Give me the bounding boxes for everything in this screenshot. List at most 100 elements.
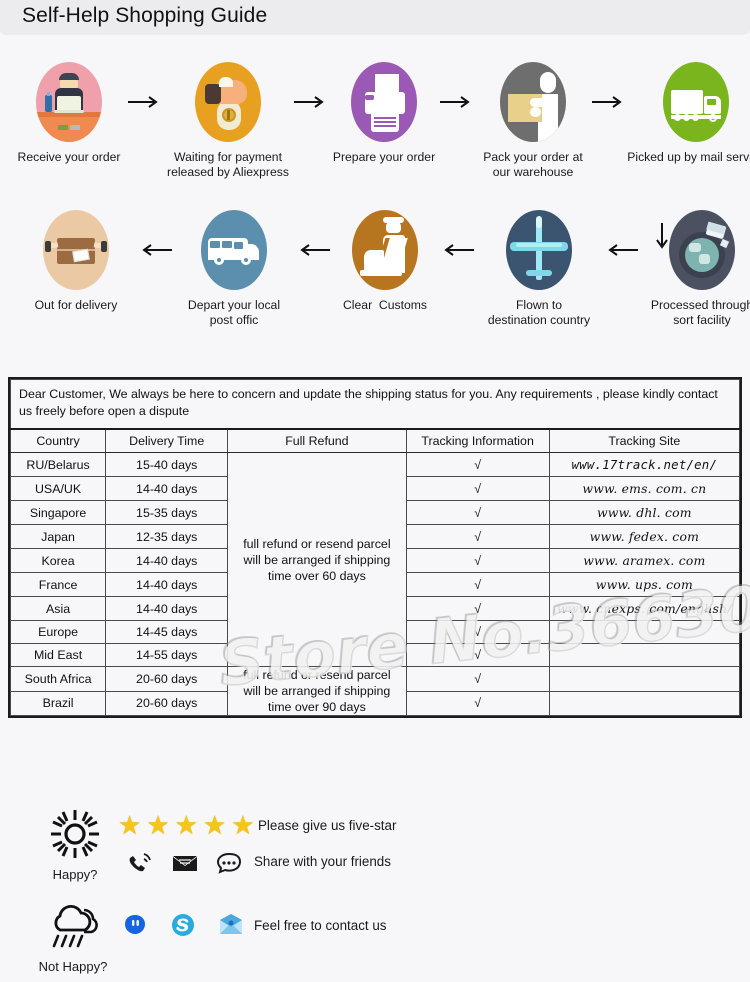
- cell-tracking-site[interactable]: www. aramex. com: [548, 548, 741, 573]
- cell-tracking-information: √: [405, 476, 550, 501]
- chat-bubble-icon[interactable]: [216, 850, 242, 876]
- flow-step-label: Prepare your order: [332, 150, 436, 164]
- star-icon: ★: [174, 810, 198, 840]
- cell-country: Brazil: [9, 690, 107, 716]
- star-icon: ★: [146, 810, 170, 840]
- cell-delivery-time: 14-40 days: [105, 548, 229, 573]
- cell-tracking-site[interactable]: www. dhl. com: [548, 500, 741, 525]
- not-happy-block: Not Happy?: [18, 900, 128, 974]
- arrow-right-icon: [592, 62, 626, 142]
- hand-money-bag-icon: [195, 62, 261, 142]
- arrow-right-icon: [440, 62, 474, 142]
- share-text: Share with your friends: [254, 854, 391, 869]
- cell-tracking-information: √: [405, 666, 550, 692]
- happy-block: Happy?: [20, 808, 130, 882]
- column-header-tracking-site: Tracking Site: [548, 428, 741, 453]
- table-row: South Africa 20-60 days full refund or r…: [9, 666, 741, 716]
- contact-text: Feel free to contact us: [254, 918, 387, 933]
- cell-delivery-time: 15-35 days: [105, 500, 229, 525]
- not-happy-label: Not Happy?: [38, 959, 108, 974]
- flow-step-pack-order: Pack your order at our warehouse: [474, 62, 592, 180]
- cloud-rain-icon: [52, 904, 98, 948]
- cell-tracking-site[interactable]: www. cnexps. com/english/: [548, 596, 741, 621]
- printer-icon: [351, 62, 417, 142]
- cell-tracking-site: [548, 643, 741, 667]
- cell-tracking-information: √: [405, 500, 550, 525]
- cell-tracking-site[interactable]: www. fedex. com: [548, 524, 741, 549]
- cell-delivery-time: 12-35 days: [105, 524, 229, 549]
- cell-country: Korea: [9, 548, 107, 573]
- star-icon: ★: [231, 810, 255, 840]
- five-star-text: Please give us five-star: [258, 818, 397, 833]
- cell-country: Japan: [9, 524, 107, 549]
- table-row: RU/Belarus 15-40 days full refund or res…: [9, 452, 741, 667]
- cell-tracking-site[interactable]: www. ems. com. cn: [548, 476, 741, 501]
- cell-delivery-time: 15-40 days: [105, 452, 229, 477]
- flow-step-label: Depart your local post offic: [187, 298, 281, 327]
- cell-tracking-information: √: [405, 690, 550, 716]
- cell-tracking-information: √: [405, 572, 550, 597]
- cell-full-refund-group-1: full refund or resend parcel will be arr…: [227, 452, 407, 667]
- skype-icon[interactable]: [170, 912, 196, 938]
- flow-step-waiting-payment: Waiting for payment released by Aliexpres…: [162, 62, 294, 180]
- flow-step-label: Pack your order at our warehouse: [483, 150, 583, 179]
- cell-tracking-site[interactable]: www.17track.net/en/: [548, 452, 741, 477]
- arrow-left-icon: [296, 210, 330, 290]
- aliexpress-messenger-icon[interactable]: [122, 912, 148, 938]
- cell-tracking-information: √: [405, 524, 550, 549]
- arrow-right-icon: [128, 62, 162, 142]
- column-header-full-refund: Full Refund: [227, 428, 407, 453]
- arrow-left-icon: [138, 210, 172, 290]
- arrow-right-icon: [294, 62, 328, 142]
- cell-delivery-time: 20-60 days: [105, 666, 229, 692]
- flow-step-label: Out for delivery: [34, 298, 118, 312]
- column-header-country: Country: [9, 428, 107, 453]
- cell-delivery-time: 14-40 days: [105, 572, 229, 597]
- cell-country: USA/UK: [9, 476, 107, 501]
- cell-tracking-site: [548, 620, 741, 644]
- customer-notice: Dear Customer, We always be here to conc…: [10, 379, 740, 430]
- flow-step-flown-to-destination: Flown to destination country: [474, 210, 604, 328]
- sun-icon: [51, 810, 99, 858]
- arrow-left-icon: [440, 210, 474, 290]
- flow-step-prepare-order: Prepare your order: [328, 62, 440, 165]
- airplane-icon: [506, 210, 572, 290]
- email-envelope-icon[interactable]: [218, 912, 244, 938]
- contact-icons-row: [122, 912, 244, 938]
- star-icon: ★: [118, 810, 142, 840]
- page-title: Self-Help Shopping Guide: [22, 4, 268, 27]
- phone-icon[interactable]: [128, 850, 154, 876]
- person-at-laptop-icon: [36, 62, 102, 142]
- flow-step-out-for-delivery: Out for delivery: [14, 210, 138, 313]
- cell-delivery-time: 14-40 days: [105, 476, 229, 501]
- arrow-left-icon: [604, 210, 638, 290]
- cell-delivery-time: 14-55 days: [105, 643, 229, 667]
- flow-step-receive-order: Receive your order: [10, 62, 128, 165]
- flow-step-clear-customs: Clear Customs: [330, 210, 440, 313]
- flow-step-label: Receive your order: [17, 150, 121, 164]
- cell-delivery-time: 14-45 days: [105, 620, 229, 644]
- cell-tracking-information: √: [405, 643, 550, 667]
- cell-tracking-site[interactable]: www. ups. com: [548, 572, 741, 597]
- cell-country: Asia: [9, 596, 107, 621]
- cell-tracking-information: √: [405, 620, 550, 644]
- email-icon[interactable]: [172, 850, 198, 876]
- cell-tracking-information: √: [405, 596, 550, 621]
- cell-country: Europe: [9, 620, 107, 644]
- share-icons-row: [128, 850, 242, 876]
- shopping-guide-page: Self-Help Shopping Guide Receive your or…: [0, 0, 750, 982]
- cell-delivery-time: 14-40 days: [105, 596, 229, 621]
- shipping-info-table-wrapper: Dear Customer, We always be here to conc…: [8, 377, 742, 718]
- flow-row-2: Out for delivery Depart your local post …: [0, 210, 750, 328]
- flow-step-depart-post-office: Depart your local post offic: [172, 210, 296, 328]
- column-header-delivery-time: Delivery Time: [105, 428, 229, 453]
- flow-step-sort-facility: Processed through sort facility: [638, 210, 750, 328]
- flow-step-label: Flown to destination country: [487, 298, 591, 327]
- star-icon: ★: [202, 810, 227, 840]
- cell-country: Mid East: [9, 643, 107, 667]
- cell-delivery-time: 20-60 days: [105, 690, 229, 716]
- cell-full-refund-group-2: full refund or resend parcel will be arr…: [227, 666, 407, 716]
- star-rating-row: ★ ★ ★ ★ ★: [118, 812, 255, 838]
- flow-row-1: Receive your order Waiting for payment re…: [0, 62, 750, 180]
- flow-step-picked-up: Picked up by mail service: [626, 62, 750, 165]
